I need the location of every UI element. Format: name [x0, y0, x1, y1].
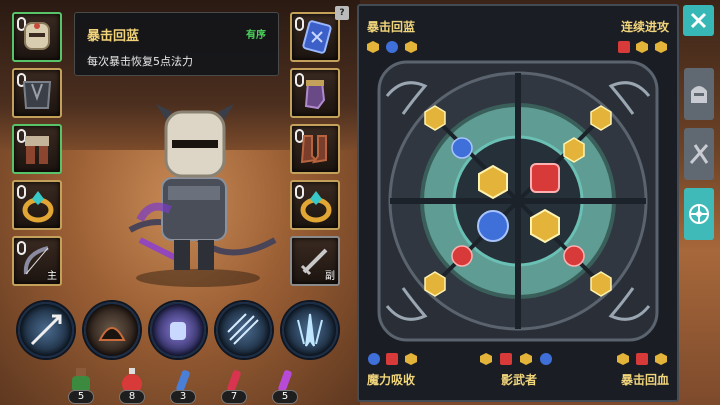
- gem-row-bottom-left: [368, 353, 417, 365]
- equip-slot-sword[interactable]: 副: [290, 236, 340, 286]
- hero-knight-model[interactable]: [110, 90, 285, 290]
- leg-armor-icon: [25, 136, 49, 164]
- equip-slot-ring[interactable]: [12, 180, 62, 230]
- potion-slot-5[interactable]: 5: [270, 366, 300, 404]
- tab-weapons[interactable]: [684, 128, 714, 180]
- helmet-icon: [24, 22, 50, 50]
- equip-slot-helmet[interactable]: [12, 12, 62, 62]
- potion-count: 7: [221, 390, 247, 404]
- helmet-tab-icon: [691, 86, 707, 103]
- equip-slot-chest[interactable]: [12, 68, 62, 118]
- rune-gem[interactable]: [424, 105, 446, 131]
- shadow-beast-icon: [98, 327, 126, 341]
- gem-row-top-right: [618, 41, 667, 53]
- gem-row-bottom-right: [617, 353, 667, 365]
- equip-slot-bow[interactable]: 主: [12, 236, 62, 286]
- rune-label-top-left[interactable]: 暴击回蓝: [367, 18, 415, 35]
- rune-panel: 暴击回蓝 连续进攻 魔力吸收 影武者 暴击回血: [357, 4, 679, 402]
- chest-armor-icon: [22, 81, 52, 109]
- rune-gem[interactable]: [451, 245, 473, 267]
- rune-label-bottom-center[interactable]: 影武者: [501, 371, 537, 388]
- potion-slot-1[interactable]: 5: [66, 366, 96, 404]
- frost-fist-icon: [170, 322, 186, 340]
- main-hand-label: 主: [47, 271, 57, 282]
- potion-slot-2[interactable]: 8: [117, 366, 147, 404]
- rune-gem[interactable]: [530, 163, 560, 193]
- tab-rune-wheel[interactable]: [684, 188, 714, 240]
- potion-slot-4[interactable]: 7: [219, 366, 249, 404]
- skill-slot-3[interactable]: [150, 302, 206, 358]
- tooltip-title: 暴击回蓝: [87, 29, 140, 44]
- multi-arrow-icon: [227, 313, 259, 345]
- tab-equipment[interactable]: [684, 68, 714, 120]
- equip-slot-ring-2[interactable]: [290, 180, 340, 230]
- potion-count: 5: [272, 390, 298, 404]
- rune-gem[interactable]: [563, 137, 585, 163]
- off-hand-label: 副: [325, 271, 335, 282]
- rune-gem[interactable]: [424, 271, 446, 297]
- equip-slot-rune-card[interactable]: [290, 12, 340, 62]
- rune-label-bottom-right[interactable]: 暴击回血: [621, 371, 669, 388]
- arrow-shot-icon: [30, 314, 62, 346]
- rune-wheel-tab-icon: [689, 204, 709, 224]
- rune-gem[interactable]: [477, 210, 509, 242]
- tooltip-tag: 有序: [246, 30, 266, 41]
- potion-count: 8: [119, 390, 145, 404]
- equip-slot-gloves[interactable]: [290, 68, 340, 118]
- equip-slot-boots[interactable]: [290, 124, 340, 174]
- gem-row-bottom-center: [480, 353, 552, 365]
- ice-spike-icon: [297, 313, 323, 347]
- rune-card-icon: [302, 20, 332, 54]
- potion-count: 5: [68, 390, 94, 404]
- gem-row-top-left: [367, 41, 417, 53]
- rune-label-top-right[interactable]: 连续进攻: [621, 18, 669, 35]
- rune-gem[interactable]: [590, 105, 612, 131]
- help-icon[interactable]: ?: [335, 6, 349, 20]
- skill-slot-5[interactable]: [282, 302, 338, 358]
- skill-slot-1[interactable]: [18, 302, 74, 358]
- boots-icon: [300, 135, 327, 164]
- skill-slot-2[interactable]: [84, 302, 140, 358]
- rune-gem[interactable]: [530, 208, 560, 244]
- rune-wheel: [377, 60, 659, 342]
- ring-icon: [300, 191, 332, 223]
- tooltip-description: 每次暴击恢复5点法力: [87, 55, 193, 68]
- skill-tooltip: 暴击回蓝 有序 每次暴击恢复5点法力: [74, 12, 279, 76]
- ring-icon: [22, 191, 54, 223]
- equip-slot-legs[interactable]: [12, 124, 62, 174]
- close-icon: [690, 12, 707, 29]
- rune-gem[interactable]: [451, 137, 473, 159]
- potion-count: 3: [170, 390, 196, 404]
- rune-gem[interactable]: [478, 164, 508, 200]
- rune-gem[interactable]: [563, 245, 585, 267]
- rune-gem[interactable]: [590, 271, 612, 297]
- skill-slot-4[interactable]: [216, 302, 272, 358]
- close-button[interactable]: [683, 5, 714, 36]
- rune-label-bottom-left[interactable]: 魔力吸收: [367, 371, 415, 388]
- weapons-tab-icon: [689, 144, 709, 164]
- gloves-icon: [304, 80, 326, 110]
- potion-slot-3[interactable]: 3: [168, 366, 198, 404]
